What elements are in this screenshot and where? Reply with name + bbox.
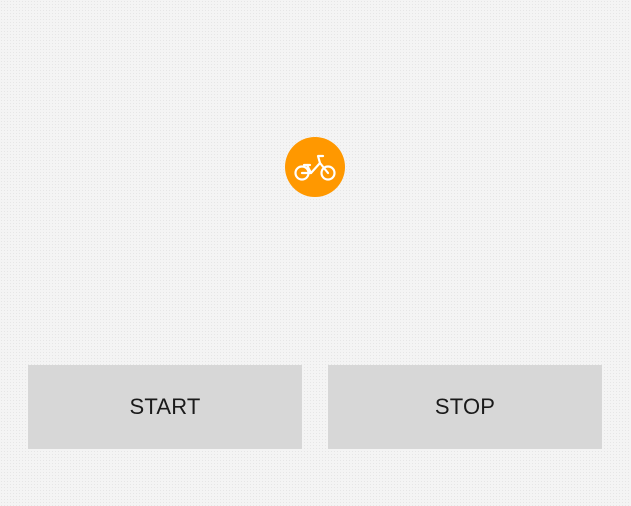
start-button[interactable]: START	[28, 365, 302, 449]
stop-button[interactable]: STOP	[328, 365, 602, 449]
bicycle-icon	[294, 154, 336, 181]
bike-marker[interactable]	[285, 137, 345, 197]
